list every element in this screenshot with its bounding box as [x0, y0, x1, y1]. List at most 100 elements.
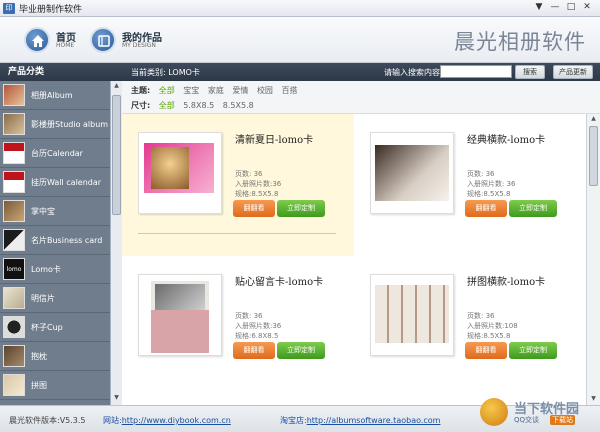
business-card-thumbnail — [3, 229, 25, 251]
product-card[interactable]: 经典横款-lomo卡 页数: 36 入册照片数: 36 规格:8.5X5.8 翻… — [354, 114, 586, 256]
theme-option-campus[interactable]: 校园 — [257, 86, 273, 95]
product-name: 贴心留言卡-lomo卡 — [235, 277, 324, 288]
theme-option-baby[interactable]: 宝宝 — [183, 86, 199, 95]
sidebar-item-cup[interactable]: 杯子Cup — [0, 313, 110, 342]
product-photo[interactable] — [370, 274, 454, 356]
browse-button[interactable]: 翻翻看 — [233, 342, 275, 359]
sidebar-heading: 产品分类 — [0, 63, 122, 81]
product-card[interactable]: 清新夏日-lomo卡 页数: 36 入册照片数:36 规格:8.5X5.8 翻翻… — [122, 114, 354, 256]
minimize-icon[interactable]: — — [548, 1, 562, 14]
scroll-up-icon[interactable]: ▲ — [112, 82, 121, 92]
product-photo[interactable] — [370, 132, 454, 214]
customize-button[interactable]: 立即定制 — [277, 342, 325, 359]
header: 首页 HOME 我的作品 MY DESIGN 晨光相册软件 — [0, 17, 600, 63]
sidebar-item-lomo[interactable]: lomo Lomo卡 — [0, 255, 110, 284]
product-pages: 页数: 36 — [467, 312, 495, 320]
theme-option-universal[interactable]: 百搭 — [281, 86, 297, 95]
sidebar-item-studio-album[interactable]: 影楼册Studio album — [0, 110, 110, 139]
customize-button[interactable]: 立即定制 — [509, 200, 557, 217]
browse-button[interactable]: 翻翻看 — [465, 200, 507, 217]
theme-option-all[interactable]: 全部 — [159, 86, 175, 95]
customize-button[interactable]: 立即定制 — [509, 342, 557, 359]
browse-button[interactable]: 翻翻看 — [233, 200, 275, 217]
sidebar-scroll-thumb[interactable] — [112, 95, 121, 215]
product-photo[interactable] — [138, 132, 222, 214]
pocket-thumbnail — [3, 200, 25, 222]
sidebar: 产品分类 相册Album 影楼册Studio album 台历Calendar … — [0, 63, 122, 405]
postcard-thumbnail — [3, 287, 25, 309]
maximize-icon[interactable]: □ — [564, 1, 578, 14]
lomo-thumbnail: lomo — [3, 258, 25, 280]
lomo-cover-collage — [375, 285, 449, 343]
shop-label: 淘宝店: — [280, 416, 307, 425]
search-button[interactable]: 搜索 — [515, 65, 545, 79]
website-info: 网站:http://www.diybook.com.cn — [103, 415, 231, 426]
sidebar-item-label: 杯子Cup — [31, 322, 63, 332]
puzzle-thumbnail — [3, 374, 25, 396]
sidebar-item-business-card[interactable]: 名片Business card — [0, 226, 110, 255]
title-bar: 印 毕业册制作软件 ▼ — □ ✕ — [0, 0, 600, 17]
scroll-up-icon[interactable]: ▲ — [589, 115, 598, 124]
sidebar-item-album[interactable]: 相册Album — [0, 81, 110, 110]
size-option-5-8x8-5[interactable]: 5.8X8.5 — [183, 101, 214, 110]
sidebar-item-puzzle[interactable]: 拼图 — [0, 371, 110, 400]
home-icon — [24, 27, 50, 53]
product-card[interactable]: 贴心留言卡-lomo卡 页数: 36 入册照片数:36 规格:6.8X8.5 翻… — [122, 256, 354, 398]
grid-scroll-thumb[interactable] — [589, 126, 598, 186]
sidebar-item-pocket[interactable]: 掌中宝 — [0, 197, 110, 226]
browse-button[interactable]: 翻翻看 — [465, 342, 507, 359]
card-divider — [138, 233, 336, 234]
scroll-down-icon[interactable]: ▼ — [112, 394, 121, 404]
sidebar-item-calendar[interactable]: 台历Calendar — [0, 139, 110, 168]
product-spec: 规格:6.8X8.5 — [235, 332, 279, 340]
shop-link[interactable]: http://albumsoftware.taobao.com — [307, 416, 441, 425]
nav-my-design-sub: MY DESIGN — [122, 42, 156, 49]
cup-thumbnail — [3, 316, 25, 338]
dropdown-icon[interactable]: ▼ — [532, 1, 546, 14]
product-pages: 页数: 36 — [235, 312, 263, 320]
theme-option-love[interactable]: 爱情 — [232, 86, 248, 95]
product-pages: 页数: 36 — [235, 170, 263, 178]
sidebar-item-wall-calendar[interactable]: 挂历Wall calendar — [0, 168, 110, 197]
lomo-cover-photo — [155, 284, 205, 310]
pillow-thumbnail — [3, 345, 25, 367]
size-label: 尺寸: — [131, 101, 151, 110]
search-input[interactable] — [440, 65, 512, 78]
theme-option-family[interactable]: 家庭 — [208, 86, 224, 95]
size-option-all[interactable]: 全部 — [159, 101, 175, 110]
sidebar-item-label: 明信片 — [31, 293, 55, 303]
website-link[interactable]: http://www.diybook.com.cn — [122, 416, 231, 425]
lomo-cover-photo — [375, 145, 449, 201]
sidebar-item-pillow[interactable]: 抱枕 — [0, 342, 110, 371]
product-update-button[interactable]: 产品更新 — [553, 65, 593, 79]
nav-home-sub: HOME — [56, 42, 75, 49]
grid-scrollbar[interactable]: ▲ ▼ — [586, 114, 600, 405]
sidebar-item-label: 名片Business card — [31, 235, 103, 245]
product-name: 拼图横款-lomo卡 — [467, 277, 546, 288]
size-option-8-5x5-8[interactable]: 8.5X5.8 — [223, 101, 254, 110]
product-spec: 规格:8.5X5.8 — [467, 332, 511, 340]
nav-my-design-button[interactable]: 我的作品 MY DESIGN — [90, 24, 170, 56]
brand-title: 晨光相册软件 — [454, 30, 586, 54]
nav-home-button[interactable]: 首页 HOME — [24, 24, 84, 56]
product-card[interactable]: 拼图横款-lomo卡 页数: 36 入册照片数:108 规格:8.5X5.8 翻… — [354, 256, 586, 398]
search-label: 请输入搜索内容: — [384, 68, 443, 77]
sidebar-item-label: 抱枕 — [31, 351, 47, 361]
product-name: 清新夏日-lomo卡 — [235, 135, 314, 146]
filter-panel: 主题: 全部 宝宝 家庭 爱情 校园 百搭 尺寸: 全部 5.8X8.5 8.5… — [122, 81, 600, 114]
sidebar-item-label: 台历Calendar — [31, 148, 83, 158]
close-icon[interactable]: ✕ — [580, 1, 594, 14]
version-text: 晨光软件版本:V5.3.5 — [9, 416, 86, 425]
product-name: 经典横款-lomo卡 — [467, 135, 546, 146]
sidebar-scrollbar[interactable]: ▲ ▼ — [110, 81, 122, 405]
sidebar-item-postcard[interactable]: 明信片 — [0, 284, 110, 313]
product-photo[interactable] — [138, 274, 222, 356]
sidebar-item-label: 拼图 — [31, 380, 47, 390]
customize-button[interactable]: 立即定制 — [277, 200, 325, 217]
watermark-emblem — [480, 398, 508, 426]
product-photo-count: 入册照片数:36 — [235, 180, 282, 188]
product-spec: 规格:8.5X5.8 — [467, 190, 511, 198]
sidebar-item-label: 影楼册Studio album — [31, 119, 109, 129]
watermark-tag: 下载站 — [550, 415, 575, 425]
book-icon — [90, 27, 116, 53]
